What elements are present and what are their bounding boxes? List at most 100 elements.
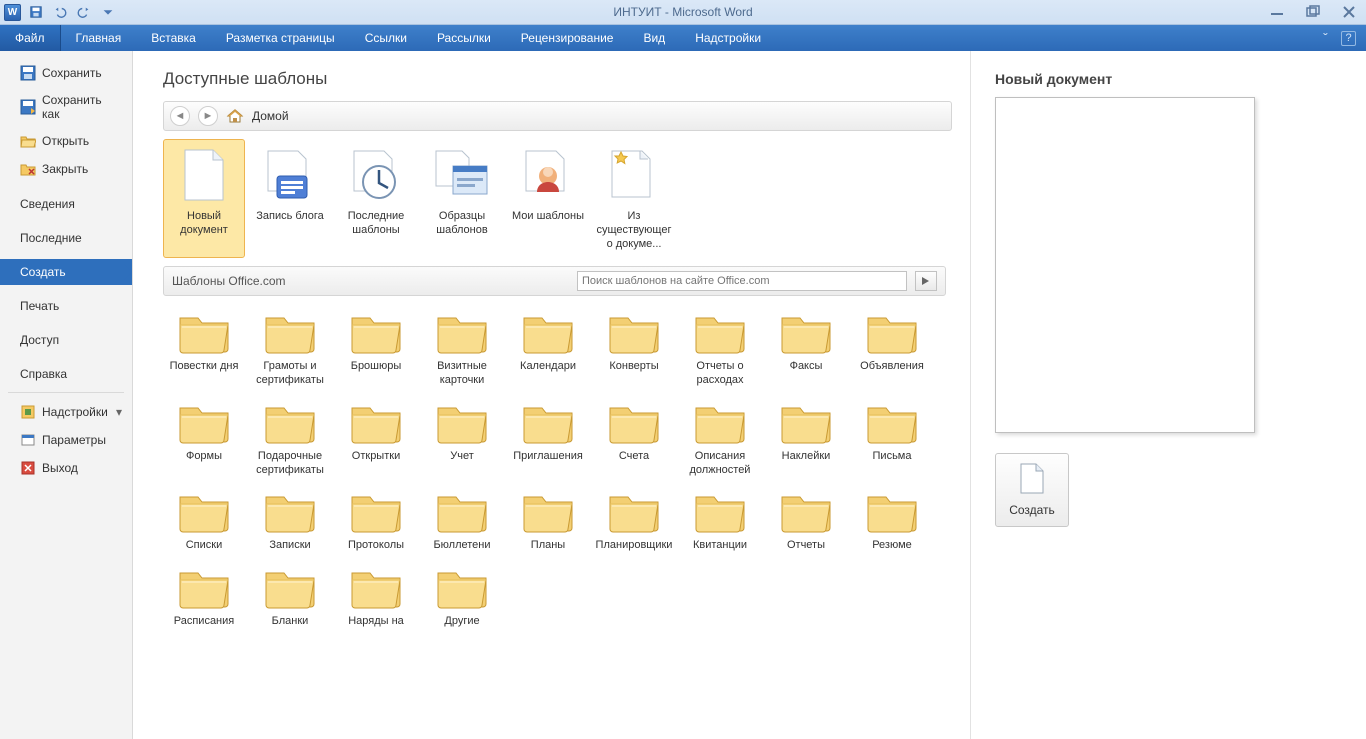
template-folder[interactable]: Брошюры xyxy=(335,306,417,392)
template-folder[interactable]: Визитные карточки xyxy=(421,306,503,392)
template-folder[interactable]: Подарочные сертификаты xyxy=(249,396,331,482)
qat-customize-button[interactable] xyxy=(99,3,117,21)
folder-icon xyxy=(607,400,661,444)
sidebar-item-exit[interactable]: Выход xyxy=(0,454,132,482)
ribbon-tabs: Файл Главная Вставка Разметка страницы С… xyxy=(0,25,1366,51)
folder-icon xyxy=(263,310,317,354)
breadcrumb-forward-button[interactable]: ► xyxy=(198,106,218,126)
create-button[interactable]: Создать xyxy=(995,453,1069,527)
template-folder[interactable]: Повестки дня xyxy=(163,306,245,392)
tab-view[interactable]: Вид xyxy=(628,25,680,51)
options-icon xyxy=(20,432,36,448)
template-label: Запись блога xyxy=(252,210,328,224)
sidebar-item-label: Параметры xyxy=(42,433,106,447)
template-folder[interactable]: Расписания xyxy=(163,561,245,633)
template-search-input[interactable] xyxy=(577,271,907,291)
qat-redo-button[interactable] xyxy=(75,3,93,21)
folder-label: Планировщики xyxy=(595,539,673,553)
folder-icon xyxy=(177,310,231,354)
template-label: Последние шаблоны xyxy=(338,210,414,238)
sidebar-item-info[interactable]: Сведения xyxy=(0,191,132,217)
tab-insert[interactable]: Вставка xyxy=(136,25,211,51)
template-folder[interactable]: Записки xyxy=(249,485,331,557)
templates-scroll-area[interactable]: Новый документ Запись блога Последние шабл… xyxy=(163,133,952,718)
template-folder[interactable]: Списки xyxy=(163,485,245,557)
template-folder[interactable]: Отчеты xyxy=(765,485,847,557)
sidebar-item-close[interactable]: Закрыть xyxy=(0,155,132,183)
recent-icon xyxy=(347,146,405,204)
help-button[interactable]: ? xyxy=(1341,31,1356,46)
template-search-go-button[interactable] xyxy=(915,271,937,291)
template-folder[interactable]: Отчеты о расходах xyxy=(679,306,761,392)
template-folder[interactable]: Грамоты и сертификаты xyxy=(249,306,331,392)
template-folder[interactable]: Описания должностей xyxy=(679,396,761,482)
folder-label: Планы xyxy=(509,539,587,553)
template-folder[interactable]: Протоколы xyxy=(335,485,417,557)
sidebar-item-share[interactable]: Доступ xyxy=(0,327,132,353)
sidebar-item-save[interactable]: Сохранить xyxy=(0,59,132,87)
sidebar-item-print[interactable]: Печать xyxy=(0,293,132,319)
sidebar-item-options[interactable]: Параметры xyxy=(0,426,132,454)
template-folder[interactable]: Счета xyxy=(593,396,675,482)
sidebar-item-new[interactable]: Создать xyxy=(0,259,132,285)
template-folder[interactable]: Бланки xyxy=(249,561,331,633)
template-folder[interactable]: Факсы xyxy=(765,306,847,392)
sidebar-item-addins[interactable]: Надстройки ▾ xyxy=(0,398,132,426)
sidebar-item-recent[interactable]: Последние xyxy=(0,225,132,251)
template-folder[interactable]: Конверты xyxy=(593,306,675,392)
folder-label: Приглашения xyxy=(509,450,587,464)
tab-page-layout[interactable]: Разметка страницы xyxy=(211,25,350,51)
template-folder[interactable]: Планы xyxy=(507,485,589,557)
tab-home[interactable]: Главная xyxy=(61,25,137,51)
tab-mailings[interactable]: Рассылки xyxy=(422,25,506,51)
template-folder[interactable]: Открытки xyxy=(335,396,417,482)
template-folder[interactable]: Планировщики xyxy=(593,485,675,557)
template-item[interactable]: Образцы шаблонов xyxy=(421,139,503,258)
template-folder[interactable]: Объявления xyxy=(851,306,933,392)
home-icon[interactable] xyxy=(226,107,244,125)
template-folder[interactable]: Письма xyxy=(851,396,933,482)
qat-save-button[interactable] xyxy=(27,3,45,21)
folder-icon xyxy=(521,489,575,533)
create-button-label: Создать xyxy=(1009,503,1055,517)
template-item[interactable]: Последние шаблоны xyxy=(335,139,417,258)
template-item[interactable]: Новый документ xyxy=(163,139,245,258)
tab-references[interactable]: Ссылки xyxy=(350,25,422,51)
close-button[interactable] xyxy=(1338,4,1360,20)
minimize-button[interactable] xyxy=(1266,4,1288,20)
maximize-button[interactable] xyxy=(1302,4,1324,20)
template-folder[interactable]: Календари xyxy=(507,306,589,392)
folder-icon xyxy=(177,565,231,609)
template-folder[interactable]: Приглашения xyxy=(507,396,589,482)
folder-label: Отчеты xyxy=(767,539,845,553)
template-folder[interactable]: Резюме xyxy=(851,485,933,557)
folder-label: Отчеты о расходах xyxy=(681,360,759,388)
template-folder[interactable]: Другие xyxy=(421,561,503,633)
breadcrumb-back-button[interactable]: ◄ xyxy=(170,106,190,126)
sidebar-item-help[interactable]: Справка xyxy=(0,361,132,387)
office-folders-grid: Повестки дняГрамоты и сертификатыБрошюры… xyxy=(163,296,946,639)
ribbon-minimize-button[interactable]: ˇ xyxy=(1318,31,1333,46)
sidebar-item-save-as[interactable]: Сохранить как xyxy=(0,87,132,127)
existing-icon xyxy=(605,146,663,204)
template-folder[interactable]: Формы xyxy=(163,396,245,482)
template-item[interactable]: Мои шаблоны xyxy=(507,139,589,258)
folder-icon xyxy=(435,400,489,444)
word-logo-icon: W xyxy=(4,4,21,21)
sidebar-item-open[interactable]: Открыть xyxy=(0,127,132,155)
folder-icon xyxy=(865,489,919,533)
folder-label: Протоколы xyxy=(337,539,415,553)
tab-file[interactable]: Файл xyxy=(0,25,61,51)
template-item[interactable]: Запись блога xyxy=(249,139,331,258)
template-folder[interactable]: Бюллетени xyxy=(421,485,503,557)
template-item[interactable]: Из существующего докуме... xyxy=(593,139,675,258)
preview-title: Новый документ xyxy=(995,71,1332,87)
template-folder[interactable]: Квитанции xyxy=(679,485,761,557)
template-folder[interactable]: Наклейки xyxy=(765,396,847,482)
tab-addins[interactable]: Надстройки xyxy=(680,25,776,51)
qat-undo-button[interactable] xyxy=(51,3,69,21)
template-folder[interactable]: Учет xyxy=(421,396,503,482)
tab-review[interactable]: Рецензирование xyxy=(506,25,629,51)
breadcrumb-home[interactable]: Домой xyxy=(252,109,289,123)
template-folder[interactable]: Наряды на xyxy=(335,561,417,633)
